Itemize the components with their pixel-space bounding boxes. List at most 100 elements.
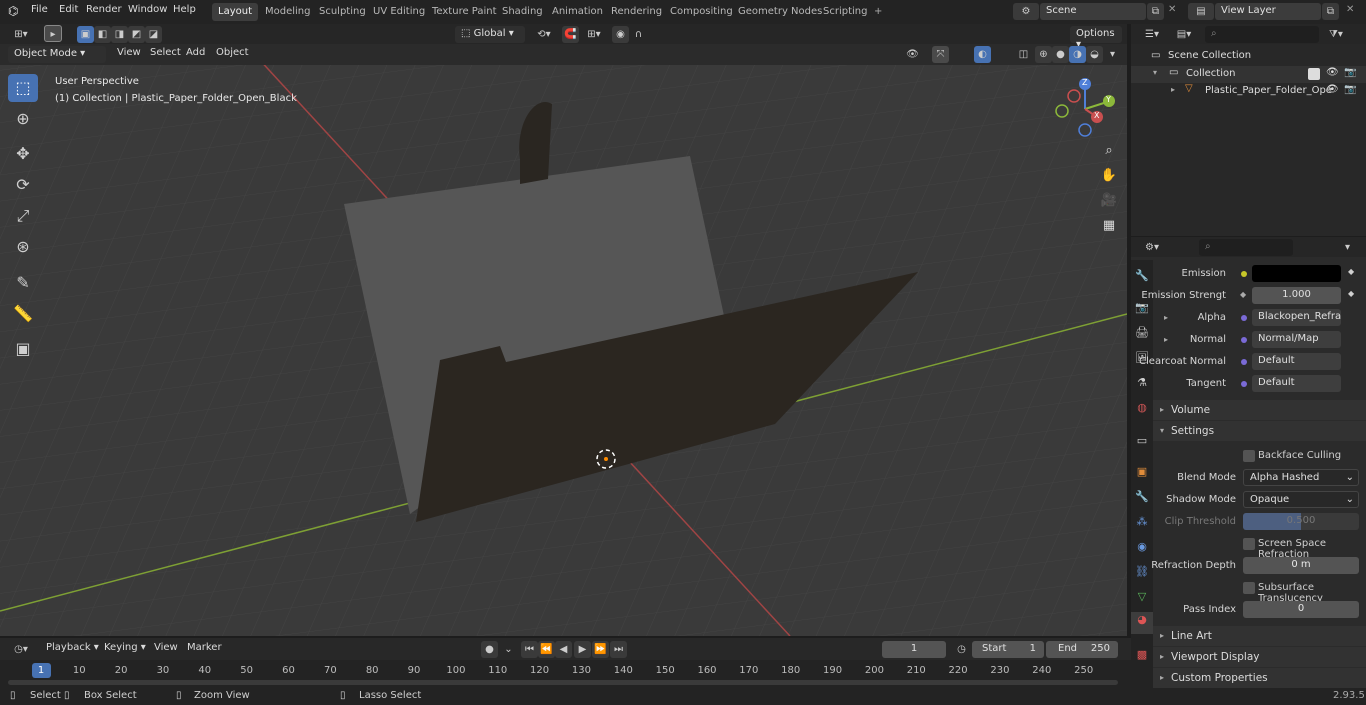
emission-keyframe-icon[interactable]: ◆	[1348, 267, 1354, 276]
material-shading-icon[interactable]: ◑	[1069, 46, 1086, 63]
move-tool[interactable]: ✥	[8, 140, 38, 168]
shading-options-icon[interactable]: ▾	[1104, 46, 1121, 63]
tab-modeling[interactable]: Modeling	[259, 3, 317, 21]
subsurface-checkbox[interactable]	[1243, 582, 1255, 594]
blender-logo-icon[interactable]: ⌬	[8, 4, 18, 18]
pivot-icon[interactable]: ⟲▾	[532, 26, 556, 43]
tab-geometry-nodes[interactable]: Geometry Nodes	[732, 3, 828, 21]
menu-window[interactable]: Window	[128, 4, 167, 15]
scene-icon[interactable]: ⚙	[1013, 3, 1039, 20]
object-camera-icon[interactable]: 📷	[1344, 84, 1356, 95]
backface-culling-checkbox[interactable]	[1243, 450, 1255, 462]
constraints-tab-icon[interactable]: ⛓	[1134, 564, 1150, 580]
alpha-socket-icon[interactable]	[1241, 315, 1247, 321]
snap-target-icon[interactable]: ⊞▾	[582, 26, 606, 43]
clearcoat-socket-icon[interactable]	[1241, 359, 1247, 365]
tab-animation[interactable]: Animation	[546, 3, 609, 21]
properties-editor-icon[interactable]: ⚙▾	[1139, 239, 1165, 256]
menu-help[interactable]: Help	[173, 4, 196, 15]
object-label[interactable]: Plastic_Paper_Folder_Ope	[1205, 85, 1332, 96]
object-eye-icon[interactable]: 👁	[1326, 84, 1339, 95]
emission-strength-keyframe-icon[interactable]: ◆	[1348, 289, 1354, 298]
tool-tab-icon[interactable]: 🔧	[1134, 268, 1150, 284]
normal-field[interactable]: Normal/Map	[1252, 331, 1341, 348]
orientation-select[interactable]: ⬚ Global ▾	[455, 26, 525, 43]
menu-view[interactable]: View	[111, 46, 147, 62]
clearcoat-normal-field[interactable]: Default	[1252, 353, 1341, 370]
falloff-icon[interactable]: ∩	[630, 26, 647, 43]
properties-options-icon[interactable]: ▾	[1339, 239, 1356, 256]
mode-select[interactable]: Object Mode ▾	[8, 46, 106, 63]
timeline-editor-icon[interactable]: ◷▾	[8, 641, 34, 658]
visibility-icon[interactable]: 👁	[904, 46, 921, 63]
tab-scripting[interactable]: Scripting	[817, 3, 873, 21]
tab-layout[interactable]: Layout	[212, 3, 258, 21]
record-icon[interactable]: ●	[481, 641, 498, 658]
tab-rendering[interactable]: Rendering	[605, 3, 668, 21]
tab-compositing[interactable]: Compositing	[664, 3, 739, 21]
menu-edit[interactable]: Edit	[59, 4, 78, 15]
record-options-icon[interactable]: ⌄	[500, 641, 517, 658]
world-tab-icon[interactable]: ◍	[1134, 400, 1150, 416]
viewport-display-expand-icon[interactable]: ▸	[1160, 652, 1164, 661]
emission-color-field[interactable]	[1252, 265, 1341, 282]
backface-culling-label[interactable]: Backface Culling	[1258, 450, 1341, 461]
add-cube-tool[interactable]: ▣	[8, 335, 38, 363]
collection-row[interactable]: ▾ ▭ Collection 👁 📷	[1131, 66, 1366, 83]
tab-uv-editing[interactable]: UV Editing	[367, 3, 431, 21]
timeline-scrollbar[interactable]	[8, 680, 1118, 685]
modifier-tab-icon[interactable]: 🔧	[1134, 489, 1150, 505]
display-mode-icon[interactable]: ▤▾	[1171, 26, 1197, 43]
menu-object[interactable]: Object	[210, 46, 255, 62]
collection-label[interactable]: Collection	[1186, 68, 1235, 79]
normal-socket-icon[interactable]	[1241, 337, 1247, 343]
menu-keying[interactable]: Keying ▾	[98, 641, 152, 657]
object-row[interactable]: ▸ ▽ Plastic_Paper_Folder_Ope 👁 📷	[1131, 83, 1366, 100]
viewport-display-label[interactable]: Viewport Display	[1171, 651, 1259, 663]
menu-playback[interactable]: Playback ▾	[40, 641, 105, 657]
physics-tab-icon[interactable]: ◉	[1134, 539, 1150, 555]
menu-render[interactable]: Render	[86, 4, 122, 15]
collection-expand-icon[interactable]: ▾	[1153, 68, 1157, 77]
proportional-edit-icon[interactable]: ◉	[612, 26, 629, 43]
xray-icon[interactable]: ◫	[1015, 46, 1032, 63]
close-scene-icon[interactable]: ✕	[1168, 4, 1176, 15]
play-reverse-icon[interactable]: ◀	[555, 641, 572, 658]
select-mode-extend-icon[interactable]: ◧	[94, 26, 111, 43]
camera-icon[interactable]: 🎥	[1098, 190, 1120, 212]
rendered-shading-icon[interactable]: ◒	[1086, 46, 1103, 63]
pass-index-field[interactable]: 0	[1243, 601, 1359, 618]
prev-keyframe-icon[interactable]: ⏪	[538, 641, 555, 658]
editor-type-icon[interactable]: ⊞▾	[8, 26, 34, 43]
rotate-tool[interactable]: ⟳	[8, 171, 38, 199]
gizmo-toggle-icon[interactable]: ⤧	[932, 46, 949, 63]
new-view-layer-icon[interactable]: ⧉	[1322, 3, 1339, 20]
jump-end-icon[interactable]: ⏭	[610, 641, 627, 658]
collection-checkbox[interactable]	[1308, 68, 1320, 80]
menu-file[interactable]: File	[31, 4, 48, 15]
jump-start-icon[interactable]: ⏮	[521, 641, 538, 658]
tab-shading[interactable]: Shading	[496, 3, 549, 21]
close-view-layer-icon[interactable]: ✕	[1346, 4, 1354, 15]
settings-expand-icon[interactable]: ▾	[1160, 426, 1164, 435]
grid-view-icon[interactable]: ▦	[1098, 215, 1120, 237]
texture-tab-icon[interactable]: ▩	[1134, 647, 1150, 663]
emission-strength-socket-icon[interactable]: ◆	[1240, 290, 1246, 299]
volume-expand-icon[interactable]: ▸	[1160, 405, 1164, 414]
select-cursor-icon[interactable]: ▸	[44, 25, 62, 42]
refraction-depth-field[interactable]: 0 m	[1243, 557, 1359, 574]
tab-sculpting[interactable]: Sculpting	[313, 3, 372, 21]
transform-orientation[interactable]: ⬚ Global ▾	[455, 26, 525, 43]
select-mode-subtract-icon[interactable]: ◨	[111, 26, 128, 43]
menu-timeline-view[interactable]: View	[148, 641, 184, 657]
line-art-expand-icon[interactable]: ▸	[1160, 631, 1164, 640]
blend-mode-select[interactable]: Alpha Hashed ⌄	[1243, 469, 1359, 486]
tab-texture-paint[interactable]: Texture Paint	[426, 3, 503, 21]
collection-eye-icon[interactable]: 👁	[1326, 67, 1339, 78]
measure-tool[interactable]: 📏	[8, 300, 38, 328]
outliner-editor-icon[interactable]: ☰▾	[1139, 26, 1165, 43]
scene-field[interactable]: Scene	[1040, 3, 1146, 20]
options-menu[interactable]: Options ▾	[1070, 26, 1122, 50]
overlay-toggle-icon[interactable]: ◐	[974, 46, 991, 63]
normal-expand-icon[interactable]: ▸	[1164, 335, 1168, 344]
